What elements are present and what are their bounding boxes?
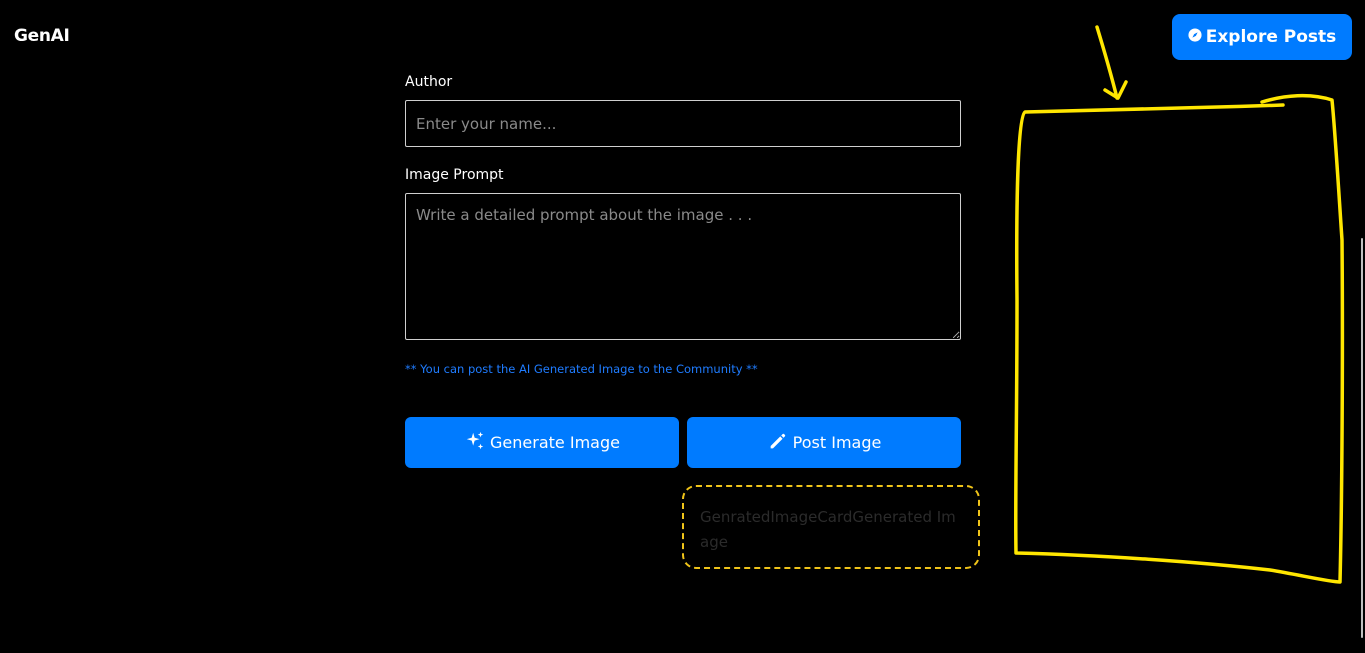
post-image-label: Post Image bbox=[792, 433, 882, 452]
generated-image-card: GenratedImageCardGenerated Image bbox=[682, 485, 980, 569]
generate-image-button[interactable]: Generate Image bbox=[405, 417, 679, 468]
image-prompt-label: Image Prompt bbox=[405, 167, 504, 183]
annotation-arrow bbox=[1095, 25, 1119, 100]
annotation-rectangle bbox=[1013, 93, 1345, 584]
image-prompt-textarea[interactable] bbox=[405, 193, 961, 340]
annotation-arrowhead bbox=[1103, 80, 1128, 100]
explore-posts-label: Explore Posts bbox=[1205, 27, 1337, 47]
app-logo[interactable]: GenAI bbox=[14, 26, 70, 46]
explore-posts-button[interactable]: Explore Posts bbox=[1172, 14, 1352, 60]
page-scrollbar[interactable] bbox=[1361, 238, 1363, 638]
author-label: Author bbox=[405, 74, 453, 90]
create-post-form: Author Image Prompt ** You can post the … bbox=[405, 72, 961, 376]
post-image-button[interactable]: Post Image bbox=[687, 417, 961, 468]
pencil-icon bbox=[767, 430, 789, 456]
sparkles-icon bbox=[464, 430, 486, 456]
generated-image-placeholder-text: GenratedImageCardGenerated Image bbox=[700, 508, 956, 551]
compass-icon bbox=[1188, 27, 1202, 47]
action-buttons: Generate Image Post Image bbox=[405, 417, 961, 468]
community-hint: ** You can post the AI Generated Image t… bbox=[405, 362, 758, 376]
author-input[interactable] bbox=[405, 100, 961, 147]
generate-image-label: Generate Image bbox=[490, 433, 620, 452]
